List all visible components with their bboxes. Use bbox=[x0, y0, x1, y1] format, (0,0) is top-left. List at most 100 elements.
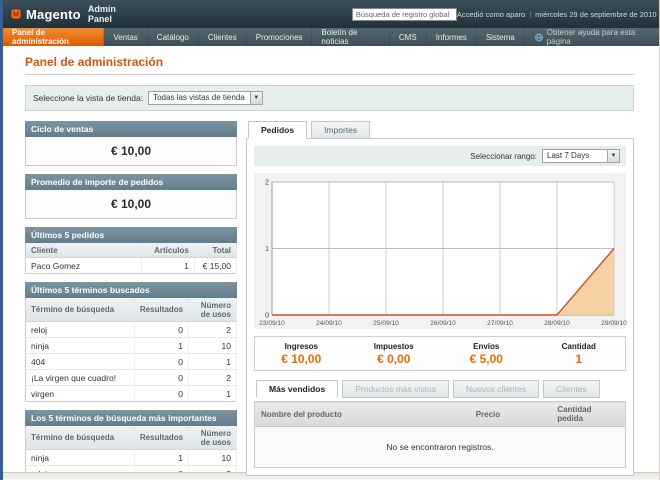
nav-item-newsletter[interactable]: Boletín de noticias bbox=[312, 28, 389, 46]
store-view-select[interactable]: Todas las vistas de tienda ▼ bbox=[148, 91, 263, 105]
range-select[interactable]: Last 7 Days ▼ bbox=[542, 149, 620, 163]
totals-bar: Ingresos € 10,00 Impuestos € 0,00 Envíos… bbox=[254, 336, 626, 371]
column-header: Resultados bbox=[134, 426, 188, 450]
cell-results: 0 bbox=[134, 386, 188, 402]
header-bar: M Magento Admin Panel Accedió como aparo… bbox=[3, 0, 659, 28]
column-header: Resultados bbox=[134, 298, 188, 322]
cell-uses: 1 bbox=[189, 354, 237, 370]
table-row[interactable]: virgen 0 1 bbox=[26, 386, 237, 402]
cell-term: ninja bbox=[26, 450, 135, 466]
nav-item-system[interactable]: Sistema bbox=[477, 28, 525, 46]
cell-results: 0 bbox=[134, 322, 188, 338]
cell-results: 0 bbox=[134, 354, 188, 370]
stat-label: Ingresos bbox=[255, 342, 348, 351]
magento-logo: M Magento Admin Panel bbox=[11, 4, 122, 24]
cell-term: 404 bbox=[26, 354, 135, 370]
stat-value: € 0,00 bbox=[348, 352, 441, 366]
tab-bestsellers[interactable]: Más vendidos bbox=[256, 380, 338, 398]
column-header: Total bbox=[194, 243, 236, 258]
widget-title: Promedio de importe de pedidos bbox=[25, 174, 237, 190]
cell-results: 1 bbox=[134, 338, 188, 354]
column-header: Artículos bbox=[142, 243, 195, 258]
widget-sales-cycle: Ciclo de ventas € 10,00 bbox=[25, 121, 237, 166]
browser-window: M Magento Admin Panel Accedió como aparo… bbox=[0, 0, 660, 480]
empty-row: No se encontraron registros. bbox=[255, 427, 626, 468]
brand-suffix: Admin Panel bbox=[88, 4, 122, 24]
page-title: Panel de administración bbox=[25, 55, 634, 69]
table-row[interactable]: Paco Gomez 1 € 15,00 bbox=[26, 258, 237, 274]
column-header: Número de usos bbox=[189, 426, 237, 450]
nav-item-catalog[interactable]: Catálogo bbox=[148, 28, 199, 46]
tab-customers[interactable]: Clientes bbox=[543, 380, 600, 398]
svg-text:23/09/10: 23/09/10 bbox=[259, 320, 285, 327]
content-area: Panel de administración Seleccione la vi… bbox=[3, 46, 659, 480]
widget-title: Últimos 5 pedidos bbox=[25, 227, 237, 243]
column-header: Término de búsqueda bbox=[26, 426, 135, 450]
cell-term: ¡La virgen que cuadro! bbox=[26, 370, 135, 386]
stat-label: Envíos bbox=[440, 342, 533, 351]
svg-text:26/09/10: 26/09/10 bbox=[430, 320, 456, 327]
nav-item-dashboard[interactable]: Panel de administración bbox=[3, 28, 104, 46]
svg-text:1: 1 bbox=[265, 246, 269, 253]
nav-item-promotions[interactable]: Promociones bbox=[247, 28, 313, 46]
column-header: Precio bbox=[470, 402, 552, 427]
tab-most-viewed[interactable]: Productos más vistos bbox=[342, 380, 449, 398]
cell-uses: 2 bbox=[189, 322, 237, 338]
table-row[interactable]: ninja 1 10 bbox=[26, 450, 237, 466]
dashboard-main: Pedidos Importes Seleccionar rango: Last… bbox=[246, 121, 634, 480]
chevron-down-icon: ▼ bbox=[607, 150, 619, 162]
table-row[interactable]: 404 0 1 bbox=[26, 354, 237, 370]
column-header: Nombre del producto bbox=[255, 402, 470, 427]
nav-item-sales[interactable]: Ventas bbox=[104, 28, 147, 46]
empty-message: No se encontraron registros. bbox=[255, 427, 626, 468]
column-header: Número de usos bbox=[189, 298, 237, 322]
help-label: Obtener ayuda para esta página bbox=[547, 28, 649, 46]
column-header: Término de búsqueda bbox=[26, 298, 135, 322]
global-search-input[interactable] bbox=[352, 8, 457, 21]
cell-uses: 2 bbox=[189, 370, 237, 386]
widget-last-orders: Últimos 5 pedidos Cliente Artículos Tota… bbox=[25, 227, 237, 274]
widget-top-search-terms: Los 5 términos de búsqueda más important… bbox=[25, 410, 237, 480]
tab-new-customers[interactable]: Nuevos clientes bbox=[453, 380, 539, 398]
nav-item-customers[interactable]: Clientes bbox=[199, 28, 247, 46]
logged-in-text: Accedió como aparo bbox=[457, 10, 525, 19]
chevron-down-icon: ▼ bbox=[250, 92, 262, 104]
main-nav: Panel de administración Ventas Catálogo … bbox=[3, 28, 659, 46]
tab-amounts[interactable]: Importes bbox=[311, 121, 370, 139]
svg-text:29/09/10: 29/09/10 bbox=[601, 320, 627, 327]
dashboard-panel: Seleccionar rango: Last 7 Days ▼ 01223/0… bbox=[246, 138, 634, 476]
magento-logo-icon: M bbox=[11, 6, 21, 22]
cell-term: virgen bbox=[26, 386, 135, 402]
stat-label: Impuestos bbox=[348, 342, 441, 351]
tab-orders[interactable]: Pedidos bbox=[248, 121, 307, 139]
sales-cycle-value: € 10,00 bbox=[25, 137, 237, 166]
table-row[interactable]: ¡La virgen que cuadro! 0 2 bbox=[26, 370, 237, 386]
stat-label: Cantidad bbox=[533, 342, 626, 351]
stat-value: € 5,00 bbox=[440, 352, 533, 366]
help-link[interactable]: Obtener ayuda para esta página bbox=[525, 28, 659, 46]
svg-text:27/09/10: 27/09/10 bbox=[487, 320, 513, 327]
table-row[interactable]: reloj 0 2 bbox=[26, 322, 237, 338]
cell-uses: 1 bbox=[189, 386, 237, 402]
svg-text:28/09/10: 28/09/10 bbox=[544, 320, 570, 327]
stat-value: 1 bbox=[533, 352, 626, 366]
dashboard-tabs: Pedidos Importes bbox=[246, 121, 634, 139]
orders-chart-area: 01223/09/1024/09/1025/09/1026/09/1027/09… bbox=[254, 173, 626, 329]
cell-uses: 10 bbox=[189, 338, 237, 354]
nav-item-reports[interactable]: Informes bbox=[427, 28, 477, 46]
table-row[interactable]: ninja 1 10 bbox=[26, 338, 237, 354]
nav-item-cms[interactable]: CMS bbox=[390, 28, 427, 46]
stat-tax: Impuestos € 0,00 bbox=[348, 342, 441, 366]
range-bar: Seleccionar rango: Last 7 Days ▼ bbox=[254, 146, 626, 166]
store-view-label: Seleccione la vista de tienda: bbox=[33, 93, 143, 103]
store-view-selected: Todas las vistas de tienda bbox=[149, 92, 250, 104]
stat-shipping: Envíos € 5,00 bbox=[440, 342, 533, 366]
widget-title: Los 5 términos de búsqueda más important… bbox=[25, 410, 237, 426]
average-order-value: € 10,00 bbox=[25, 190, 237, 219]
sidebar-widgets: Ciclo de ventas € 10,00 Promedio de impo… bbox=[25, 121, 237, 480]
orders-chart: 01223/09/1024/09/1025/09/1026/09/1027/09… bbox=[256, 176, 622, 328]
stat-quantity: Cantidad 1 bbox=[533, 342, 626, 366]
svg-text:25/09/10: 25/09/10 bbox=[373, 320, 399, 327]
cell-total: € 15,00 bbox=[194, 258, 236, 274]
session-info: Accedió como aparo | miércoles 29 de sep… bbox=[457, 10, 660, 19]
